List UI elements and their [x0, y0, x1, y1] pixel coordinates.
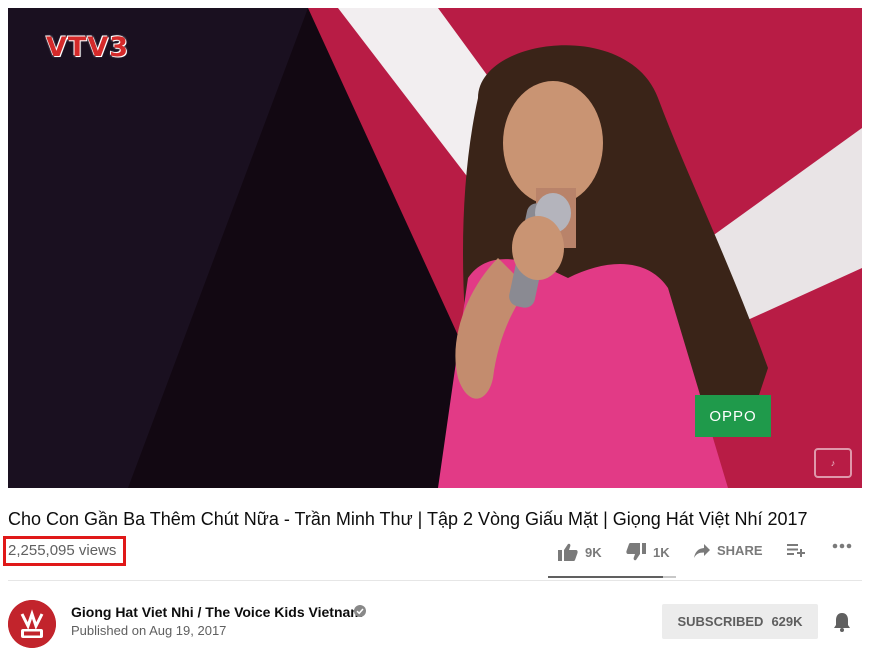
- voice-kids-watermark-icon: ♪: [814, 448, 852, 478]
- sentiment-bar-like-fill: [548, 576, 664, 578]
- publish-date: Published on Aug 19, 2017: [71, 623, 227, 638]
- subscribed-label: SUBSCRIBED: [677, 614, 764, 629]
- save-to-playlist-button[interactable]: [787, 543, 805, 557]
- sentiment-bar: [548, 576, 676, 578]
- channel-name[interactable]: Giong Hat Viet Nhi / The Voice Kids Viet…: [71, 604, 363, 620]
- subscriber-count: 629K: [771, 614, 803, 629]
- verified-check-icon: [354, 605, 366, 617]
- like-button[interactable]: 9K: [558, 543, 602, 561]
- thumb-up-icon: [558, 543, 578, 561]
- share-button[interactable]: SHARE: [694, 543, 763, 558]
- share-icon: [694, 543, 710, 558]
- view-count: 2,255,095 views: [8, 542, 117, 559]
- dislike-count: 1K: [653, 544, 670, 560]
- oppo-sponsor-badge: OPPO: [695, 395, 771, 437]
- divider: [8, 580, 862, 581]
- voice-kids-avatar-icon: [8, 600, 56, 648]
- channel-avatar[interactable]: [8, 600, 56, 648]
- vtv3-logo: VTV3: [46, 32, 129, 63]
- playlist-add-icon: [787, 544, 805, 557]
- more-actions-button[interactable]: [832, 543, 852, 549]
- notification-bell-icon[interactable]: [833, 612, 851, 632]
- like-count: 9K: [585, 544, 602, 560]
- more-horizontal-icon: [832, 543, 852, 549]
- dislike-button[interactable]: 1K: [626, 543, 670, 561]
- thumb-down-icon: [626, 543, 646, 561]
- video-title: Cho Con Gần Ba Thêm Chút Nữa - Trần Minh…: [8, 509, 808, 529]
- subscribed-button[interactable]: SUBSCRIBED 629K: [662, 604, 818, 639]
- share-label: SHARE: [717, 543, 763, 558]
- video-player[interactable]: VTV3 OPPO ♪: [8, 8, 862, 488]
